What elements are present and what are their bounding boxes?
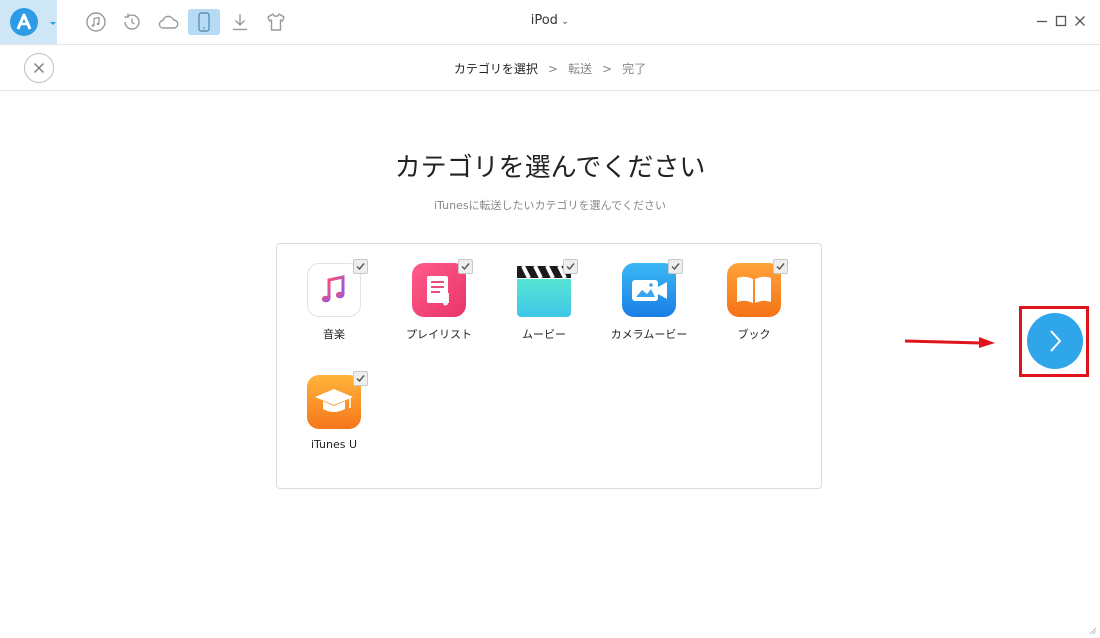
resize-grip-icon[interactable] bbox=[1087, 625, 1097, 635]
close-window-icon[interactable] bbox=[1073, 14, 1087, 28]
next-button[interactable] bbox=[1027, 313, 1083, 369]
chevron-right-icon bbox=[1050, 330, 1062, 352]
step-select-category: カテゴリを選択 bbox=[453, 62, 538, 76]
checkmark-icon bbox=[356, 375, 365, 383]
page-title: カテゴリを選んでください bbox=[394, 153, 706, 183]
checkmark-icon bbox=[356, 263, 365, 271]
checkmark-icon bbox=[566, 263, 575, 271]
category-label: ムービー bbox=[522, 328, 566, 341]
playlist-checkbox[interactable] bbox=[458, 259, 473, 274]
movie-checkbox[interactable] bbox=[563, 259, 578, 274]
chevron-down-icon: ⌄ bbox=[560, 16, 570, 27]
step-separator: > bbox=[547, 62, 558, 76]
step-transfer: 転送 bbox=[567, 62, 592, 76]
checkmark-icon bbox=[461, 263, 470, 271]
category-label: 音楽 bbox=[323, 328, 345, 341]
page-subtitle: iTunesに転送したいカテゴリを選んでください bbox=[434, 199, 666, 212]
title-bar: iPod ⌄ bbox=[0, 0, 1100, 45]
annotation-arrow-icon bbox=[905, 337, 995, 348]
step-bar: カテゴリを選択 > 転送 > 完了 bbox=[0, 45, 1100, 91]
step-complete: 完了 bbox=[622, 62, 647, 76]
category-label: iTunes U bbox=[310, 438, 358, 451]
checkmark-icon bbox=[671, 263, 680, 271]
category-panel: 音楽 プレイリスト ムービー カメラムービー ブック iTunes U bbox=[276, 243, 822, 489]
category-label: プレイリスト bbox=[406, 328, 472, 341]
book-checkbox[interactable] bbox=[773, 259, 788, 274]
breadcrumb: カテゴリを選択 > 転送 > 完了 bbox=[0, 60, 1100, 77]
checkmark-icon bbox=[776, 263, 785, 271]
device-selector[interactable]: iPod ⌄ bbox=[0, 13, 1100, 28]
maximize-icon[interactable] bbox=[1054, 14, 1068, 28]
music-checkbox[interactable] bbox=[353, 259, 368, 274]
category-label: カメラムービー bbox=[610, 328, 688, 341]
step-separator: > bbox=[602, 62, 613, 76]
camera-movie-checkbox[interactable] bbox=[668, 259, 683, 274]
device-title: iPod bbox=[530, 13, 558, 28]
category-label: ブック bbox=[737, 328, 771, 341]
itunes-u-checkbox[interactable] bbox=[353, 371, 368, 386]
minimize-icon[interactable] bbox=[1035, 14, 1049, 28]
